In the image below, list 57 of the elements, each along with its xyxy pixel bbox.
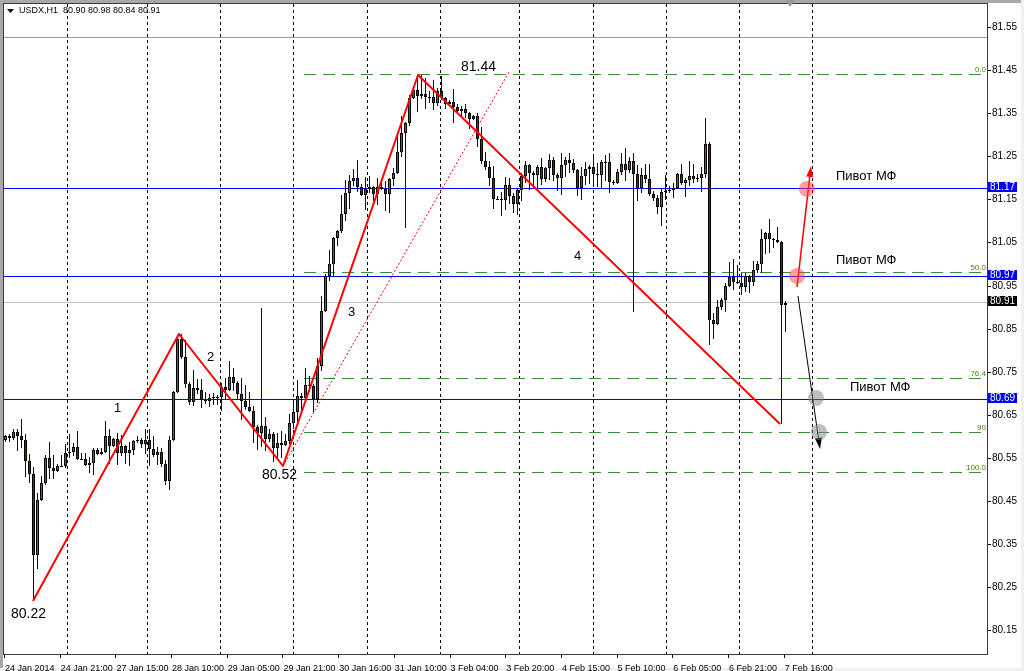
wave-number-label: 3: [348, 305, 356, 319]
price-axis-label: 81.45: [992, 65, 1018, 76]
price-axis-label: 81.15: [992, 194, 1018, 205]
price-axis-label: 80.95: [992, 280, 1018, 291]
time-axis-label: 6 Feb 05:00: [673, 663, 722, 671]
circle-marker: [811, 424, 827, 440]
circle-marker: [789, 268, 805, 284]
line-price-tag: 81.17: [988, 182, 1018, 192]
swing-price-label: 81.44: [461, 59, 497, 73]
pivot-label: Пивот МФ: [836, 252, 897, 267]
time-axis-label: 5 Feb 10:00: [617, 663, 666, 671]
shift-marker-icon[interactable]: [785, 0, 795, 7]
fibo-level-label: 0.0: [974, 65, 986, 74]
price-axis-label: 80.35: [992, 539, 1018, 550]
fibo-level-label: 100.0: [965, 463, 986, 472]
time-axis-label: 6 Feb 21:00: [728, 663, 777, 671]
time-axis-label: 27 Jan 15:00: [116, 663, 169, 671]
time-axis-label: 28 Jan 10:00: [172, 663, 225, 671]
line-price-tag: 80.97: [988, 270, 1018, 280]
price-axis-label: 80.85: [992, 323, 1018, 334]
pivot-label: Пивот МФ: [836, 168, 897, 183]
time-axis-label: 30 Jan 16:00: [339, 663, 392, 671]
swing-price-label: 80.22: [11, 606, 47, 620]
fibo-level-label: 50.0: [970, 263, 986, 272]
wave-number-label: 1: [114, 401, 122, 415]
time-axis-label: 3 Feb 04:00: [450, 663, 499, 671]
circle-marker: [808, 390, 824, 406]
price-axis-label: 80.25: [992, 582, 1018, 593]
fibo-level-label: 90: [977, 423, 986, 432]
time-axis-label: 4 Feb 15:00: [561, 663, 610, 671]
line-price-tag: 80.69: [988, 393, 1018, 403]
chart-symbol: USDX,H1: [19, 5, 58, 16]
wave-number-label: 4: [574, 249, 582, 263]
fibo-level-label: 76.4: [970, 369, 986, 378]
price-axis-label: 81.25: [992, 151, 1018, 162]
circle-marker: [799, 181, 815, 197]
price-axis-label: 81.35: [992, 108, 1018, 119]
swing-price-label: 80.52: [262, 467, 298, 481]
price-axis-label: 80.65: [992, 409, 1018, 420]
time-axis-label: 29 Jan 21:00: [283, 663, 336, 671]
time-axis-label: 7 Feb 16:00: [784, 663, 833, 671]
time-axis-label: 24 Jan 2014: [5, 663, 55, 671]
price-axis-label: 81.55: [992, 22, 1018, 32]
time-axis-label: 29 Jan 05:00: [227, 663, 280, 671]
caret-icon[interactable]: [7, 8, 14, 13]
pivot-label: Пивот МФ: [850, 379, 911, 394]
time-axis-label: 31 Jan 10:00: [394, 663, 447, 671]
price-axis-label: 80.55: [992, 452, 1018, 463]
price-axis-label: 80.15: [992, 625, 1018, 636]
wave-number-label: 2: [207, 350, 215, 364]
price-axis-label: 80.75: [992, 366, 1018, 377]
time-axis-label: 24 Jan 21:00: [60, 663, 113, 671]
price-axis-label: 80.45: [992, 496, 1018, 506]
ohlc-readout: 80.90 80.98 80.84 80.91: [63, 5, 161, 16]
bid-price-tag: 80.91: [988, 296, 1018, 306]
time-axis-label: 3 Feb 20:00: [506, 663, 555, 671]
price-axis-label: 81.05: [992, 237, 1018, 248]
